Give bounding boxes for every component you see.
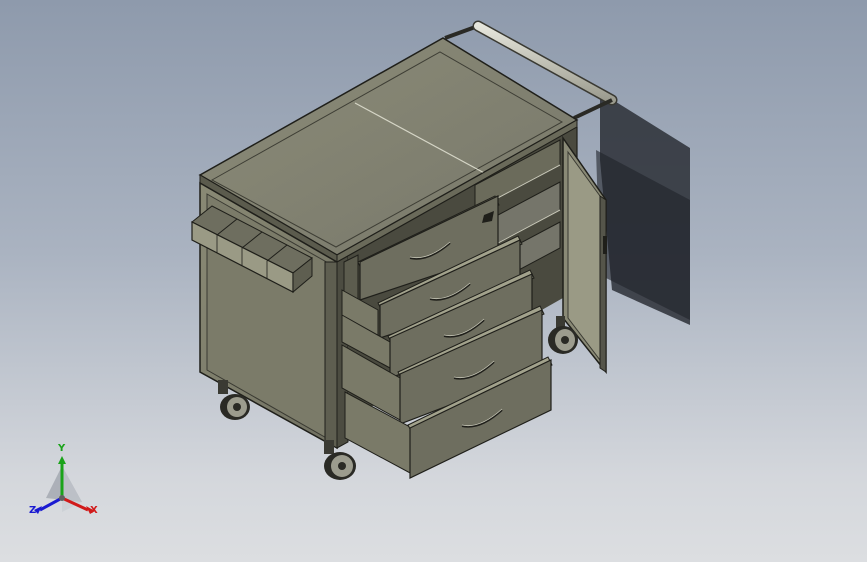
reference-triad: Y X Z [0, 440, 120, 550]
triad-y-label: Y [58, 443, 66, 454]
triad-z-label: Z [29, 505, 37, 516]
cart-3d-model[interactable] [0, 0, 867, 562]
cast-shadow [596, 92, 690, 325]
z-axis [39, 496, 63, 512]
triad-axes [34, 456, 95, 514]
graphics-viewport[interactable]: Y X Z [0, 0, 867, 562]
triad-x-label: X [90, 505, 98, 516]
